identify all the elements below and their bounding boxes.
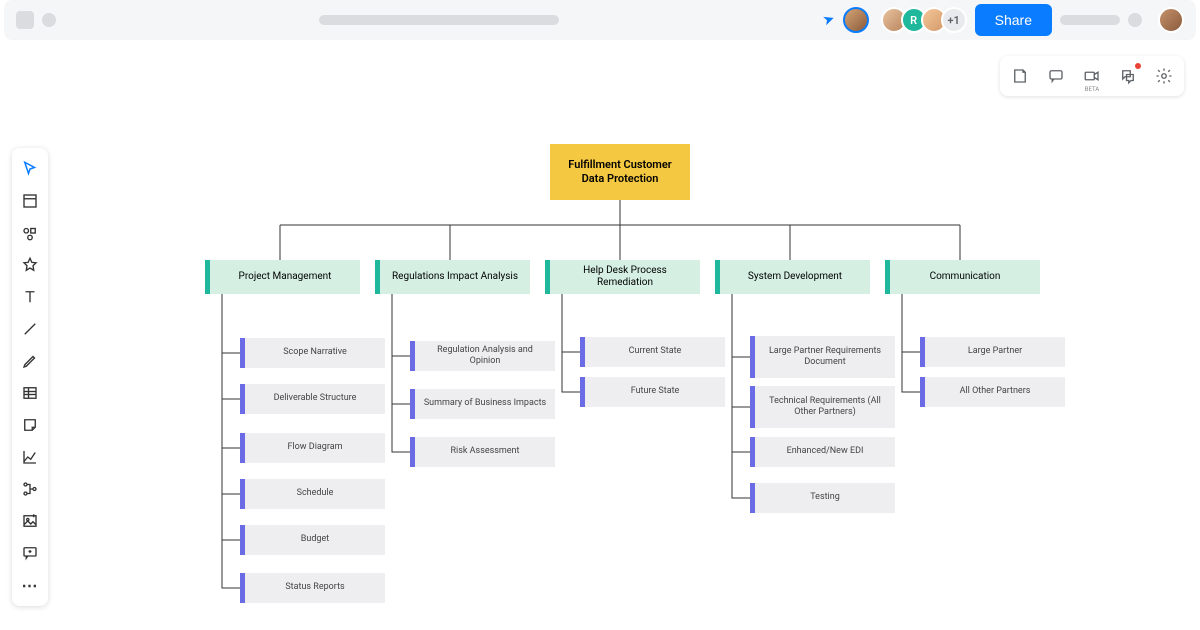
pen-tool-icon[interactable] xyxy=(15,346,45,376)
sub-node[interactable]: Testing xyxy=(755,483,895,513)
doc-title-placeholder[interactable] xyxy=(319,15,559,25)
connector-tool-icon[interactable] xyxy=(15,474,45,504)
help-placeholder[interactable] xyxy=(1128,13,1142,27)
container-tool-icon[interactable] xyxy=(15,186,45,216)
logo-placeholder xyxy=(42,13,56,27)
sub-node[interactable]: Technical Requirements (All Other Partne… xyxy=(755,386,895,428)
collaborator-avatars: R +1 xyxy=(887,7,967,33)
sticky-tool-icon[interactable] xyxy=(15,410,45,440)
sub-node[interactable]: Large Partner Requirements Document xyxy=(755,336,895,378)
image-tool-icon[interactable] xyxy=(15,506,45,536)
sub-node[interactable]: Budget xyxy=(245,525,385,555)
sub-node[interactable]: Status Reports xyxy=(245,573,385,603)
category-node[interactable]: Regulations Impact Analysis xyxy=(380,260,530,294)
table-tool-icon[interactable] xyxy=(15,378,45,408)
sub-node[interactable]: Regulation Analysis and Opinion xyxy=(415,341,555,371)
sub-node[interactable]: Future State xyxy=(585,377,725,407)
sub-node[interactable]: Schedule xyxy=(245,479,385,509)
category-node[interactable]: Communication xyxy=(890,260,1040,294)
shapes-tool-icon[interactable] xyxy=(15,218,45,248)
more-tools-icon[interactable]: ⋯ xyxy=(15,570,45,600)
app-menu-placeholder[interactable] xyxy=(16,11,34,29)
category-node[interactable]: Help Desk Process Remediation xyxy=(550,260,700,294)
sub-node[interactable]: Flow Diagram xyxy=(245,433,385,463)
left-toolbar: ⋯ xyxy=(12,148,48,606)
root-node[interactable]: Fulfillment Customer Data Protection xyxy=(550,144,690,200)
chart-tool-icon[interactable] xyxy=(15,442,45,472)
sub-node[interactable]: Summary of Business Impacts xyxy=(415,389,555,419)
sub-node[interactable]: Risk Assessment xyxy=(415,437,555,467)
sub-node[interactable]: Scope Narrative xyxy=(245,338,385,368)
menu-placeholder[interactable] xyxy=(1060,15,1120,25)
sub-node[interactable]: Current State xyxy=(585,337,725,367)
account-avatar[interactable] xyxy=(1158,7,1184,33)
share-button[interactable]: Share xyxy=(975,4,1052,36)
category-node[interactable]: System Development xyxy=(720,260,870,294)
star-tool-icon[interactable] xyxy=(15,250,45,280)
select-tool-icon[interactable] xyxy=(15,154,45,184)
sub-node[interactable]: All Other Partners xyxy=(925,377,1065,407)
current-user-avatar[interactable] xyxy=(843,7,869,33)
top-bar: ➤ R +1 Share xyxy=(4,0,1196,40)
sub-node[interactable]: Large Partner xyxy=(925,337,1065,367)
diagram-canvas[interactable]: Fulfillment Customer Data Protection Pro… xyxy=(60,50,1190,630)
cursor-icon: ➤ xyxy=(821,10,837,29)
sub-node[interactable]: Deliverable Structure xyxy=(245,384,385,414)
text-tool-icon[interactable] xyxy=(15,282,45,312)
category-node[interactable]: Project Management xyxy=(210,260,360,294)
more-collaborators[interactable]: +1 xyxy=(941,7,967,33)
comment-tool-icon[interactable] xyxy=(15,538,45,568)
line-tool-icon[interactable] xyxy=(15,314,45,344)
sub-node[interactable]: Enhanced/New EDI xyxy=(755,437,895,467)
